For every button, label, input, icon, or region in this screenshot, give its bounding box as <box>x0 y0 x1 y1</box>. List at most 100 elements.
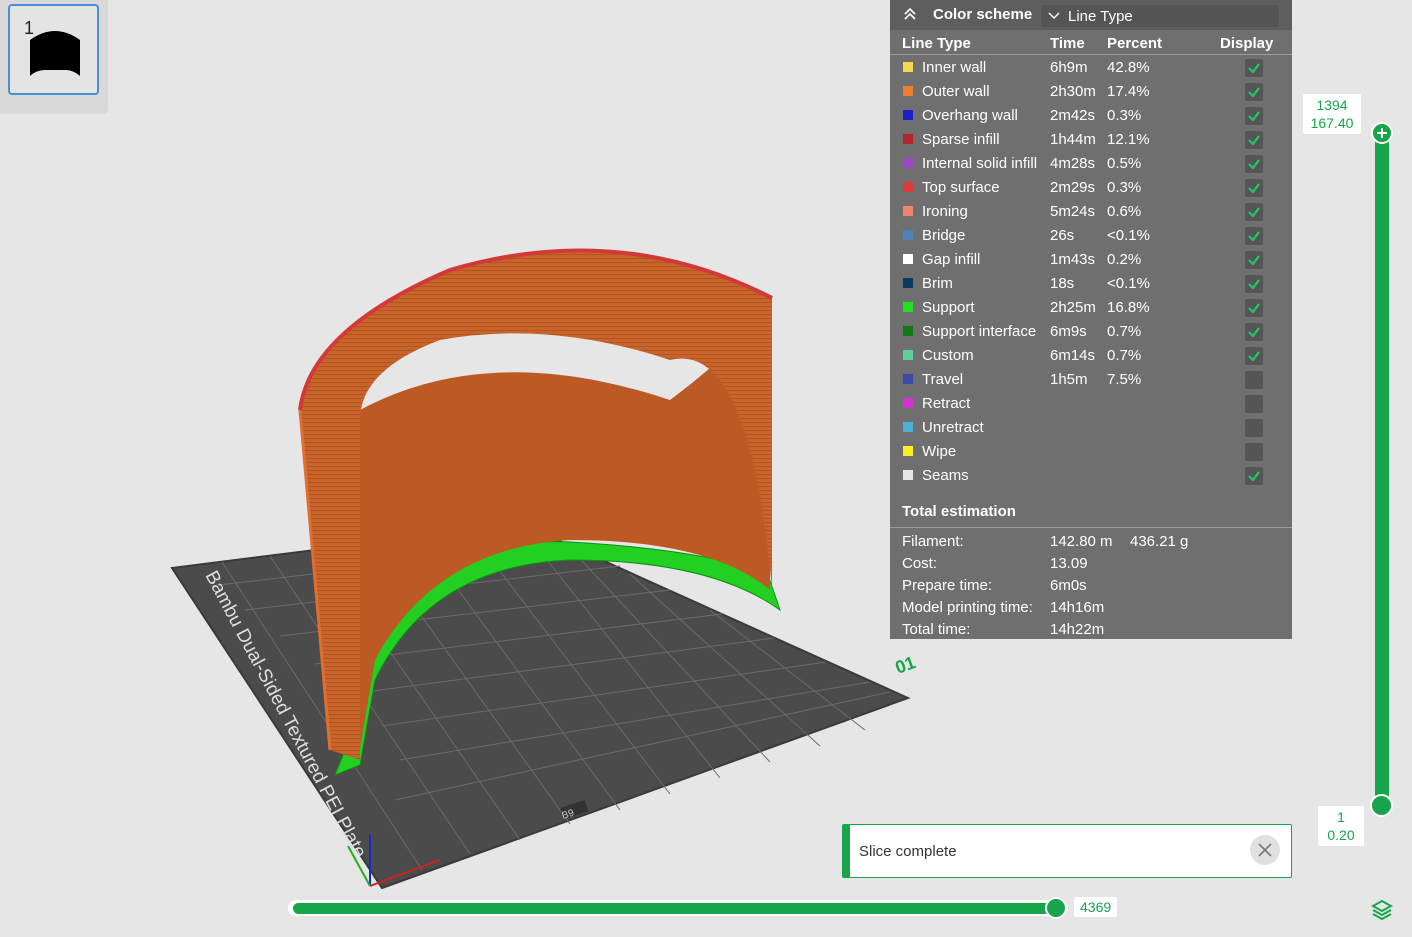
line-type-name: Retract <box>922 395 971 412</box>
line-type-name: Support interface <box>922 323 1037 340</box>
check-icon <box>1248 111 1260 122</box>
color-swatch <box>903 398 913 408</box>
layer-slider-bottom-handle[interactable] <box>1370 794 1393 817</box>
top-layer-number: 1394 <box>1316 97 1348 113</box>
legend-table-header: Line Type Time Percent Display <box>890 30 1292 55</box>
check-icon <box>1248 471 1260 482</box>
legend-row: Unretract <box>890 416 1292 440</box>
line-type-name: Internal solid infill <box>922 155 1038 172</box>
column-time: Time <box>1050 35 1085 52</box>
display-checkbox[interactable] <box>1245 203 1263 221</box>
top-layer-label: 1394 167.40 <box>1303 94 1361 134</box>
summary-value: 14h16m <box>1050 599 1105 616</box>
collapse-icon[interactable] <box>902 6 918 22</box>
line-type-name: Custom <box>922 347 974 364</box>
display-checkbox[interactable] <box>1245 59 1263 77</box>
summary-value: 13.09 <box>1050 555 1088 572</box>
line-type-percent: 0.7% <box>1107 323 1142 340</box>
color-swatch <box>903 422 913 432</box>
legend-row: Inner wall 6h9m 42.8% <box>890 56 1292 80</box>
move-slider-fill <box>293 903 1059 914</box>
summary-label: Cost: <box>902 555 938 572</box>
color-scheme-label: Color scheme <box>933 6 1033 23</box>
display-checkbox[interactable] <box>1245 275 1263 293</box>
check-icon <box>1248 255 1260 266</box>
legend-row: Retract <box>890 392 1292 416</box>
display-checkbox[interactable] <box>1245 227 1263 245</box>
line-type-time: 18s <box>1050 275 1075 292</box>
color-swatch <box>903 278 913 288</box>
display-checkbox[interactable] <box>1245 323 1263 341</box>
move-slider-handle[interactable] <box>1045 897 1067 919</box>
bottom-layer-height: 0.20 <box>1327 827 1355 843</box>
display-checkbox[interactable] <box>1245 467 1263 485</box>
legend-row: Top surface 2m29s 0.3% <box>890 176 1292 200</box>
layers-icon[interactable] <box>1371 898 1393 920</box>
check-icon <box>1248 63 1260 74</box>
line-type-percent: <0.1% <box>1107 275 1150 292</box>
3d-viewport[interactable]: Bambu Dual-Sided Textured PEI Plate 01 B… <box>150 230 930 900</box>
legend-row: Brim 18s <0.1% <box>890 272 1292 296</box>
color-swatch <box>903 374 913 384</box>
line-type-time: 6m9s <box>1050 323 1087 340</box>
line-type-name: Bridge <box>922 227 966 244</box>
line-type-percent: 0.6% <box>1107 203 1142 220</box>
line-type-time: 5m24s <box>1050 203 1096 220</box>
total-estimation-title: Total estimation <box>902 503 1016 520</box>
line-type-time: 1h44m <box>1050 131 1096 148</box>
line-type-percent: 0.7% <box>1107 347 1142 364</box>
legend-row: Ironing 5m24s 0.6% <box>890 200 1292 224</box>
display-checkbox[interactable] <box>1245 347 1263 365</box>
legend-rows: Inner wall 6h9m 42.8% Outer wall 2h30m 17.4% O… <box>890 55 1292 488</box>
display-checkbox[interactable] <box>1245 299 1263 317</box>
plus-icon <box>1377 128 1387 138</box>
check-icon <box>1248 183 1260 194</box>
legend-row: Seams <box>890 464 1292 488</box>
close-icon <box>1258 843 1272 857</box>
summary-value: 6m0s <box>1050 577 1087 594</box>
legend-row: Overhang wall 2m42s 0.3% <box>890 104 1292 128</box>
legend-row: Internal solid infill 4m28s 0.5% <box>890 152 1292 176</box>
line-type-name: Travel <box>922 371 964 388</box>
line-type-time: 6h9m <box>1050 59 1088 76</box>
line-type-percent: 0.5% <box>1107 155 1142 172</box>
display-checkbox[interactable] <box>1245 179 1263 197</box>
display-checkbox[interactable] <box>1245 443 1263 461</box>
check-icon <box>1248 207 1260 218</box>
layer-slider-track[interactable] <box>1375 130 1389 808</box>
legend-row: Sparse infill 1h44m 12.1% <box>890 128 1292 152</box>
close-notification-button[interactable] <box>1250 835 1280 865</box>
line-type-percent: 0.2% <box>1107 251 1142 268</box>
summary-label: Total time: <box>902 621 971 638</box>
plate-number-label: 01 <box>893 652 919 678</box>
display-checkbox[interactable] <box>1245 107 1263 125</box>
display-checkbox[interactable] <box>1245 83 1263 101</box>
line-type-percent: <0.1% <box>1107 227 1150 244</box>
bottom-layer-label: 1 0.20 <box>1318 806 1364 846</box>
color-scheme-select[interactable]: Line Type <box>1041 5 1279 27</box>
display-checkbox[interactable] <box>1245 155 1263 173</box>
line-type-time: 2h25m <box>1050 299 1096 316</box>
check-icon <box>1248 87 1260 98</box>
layer-slider-top-handle[interactable] <box>1371 122 1393 144</box>
color-swatch <box>903 206 913 216</box>
summary-row: Prepare time: 6m0s <box>890 574 1292 596</box>
line-type-name: Inner wall <box>922 59 987 76</box>
color-swatch <box>903 230 913 240</box>
display-checkbox[interactable] <box>1245 371 1263 389</box>
line-type-percent: 0.3% <box>1107 107 1142 124</box>
legend-row: Bridge 26s <0.1% <box>890 224 1292 248</box>
color-swatch <box>903 182 913 192</box>
plate-thumbnail[interactable]: 1 <box>8 4 99 95</box>
line-type-time: 1m43s <box>1050 251 1096 268</box>
display-checkbox[interactable] <box>1245 251 1263 269</box>
check-icon <box>1248 135 1260 146</box>
display-checkbox[interactable] <box>1245 419 1263 437</box>
check-icon <box>1248 159 1260 170</box>
summary-value-secondary: 436.21 g <box>1130 533 1189 550</box>
display-checkbox[interactable] <box>1245 131 1263 149</box>
color-swatch <box>903 350 913 360</box>
notification-text: Slice complete <box>859 843 957 860</box>
summary-row: Model printing time: 14h16m <box>890 596 1292 618</box>
display-checkbox[interactable] <box>1245 395 1263 413</box>
